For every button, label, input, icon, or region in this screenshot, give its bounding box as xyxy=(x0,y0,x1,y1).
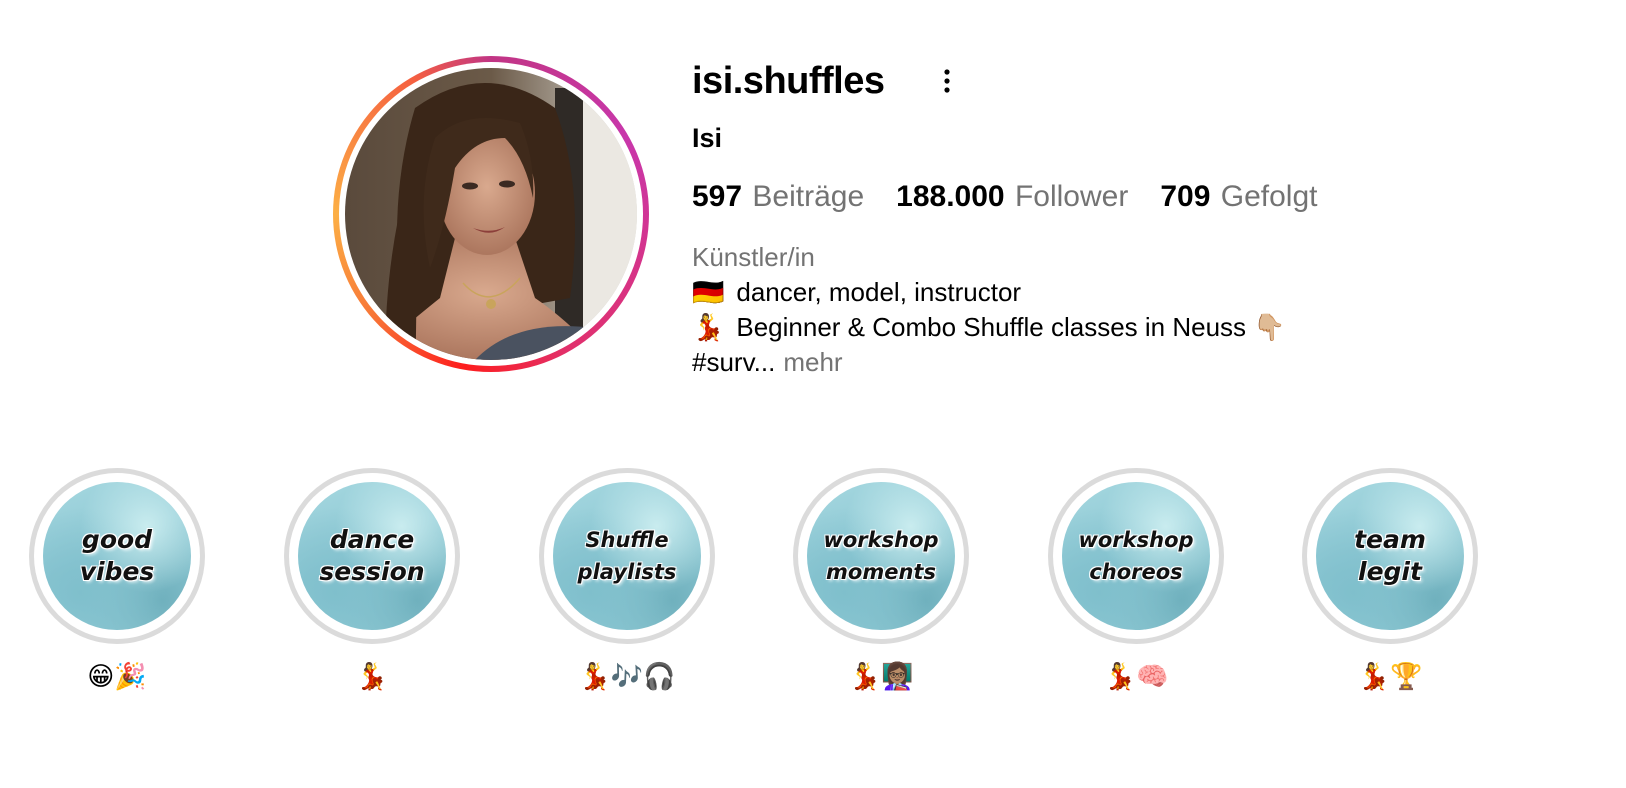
highlight-cover: workshop choreos xyxy=(1062,482,1210,630)
highlight-shuffle-playlists[interactable]: Shuffle playlists 💃🎶🎧 xyxy=(539,468,715,694)
highlight-cover-text: team legit xyxy=(1354,525,1426,586)
germany-flag-icon: 🇩🇪 xyxy=(692,277,725,307)
profile-username[interactable]: isi.shuffles xyxy=(692,58,885,104)
bio-line-text: dancer, model, instructor xyxy=(736,277,1022,307)
dancer-icon: 💃 xyxy=(692,312,725,342)
bio-line: #surv... mehr xyxy=(692,345,1286,380)
bio-line-text: Beginner & Combo Shuffle classes in Neus… xyxy=(736,312,1286,342)
highlight-ring: workshop moments xyxy=(793,468,969,644)
highlight-label: 😁🎉 xyxy=(87,661,147,691)
profile-category: Künstler/in xyxy=(692,242,815,272)
stat-posts: 597 Beiträge xyxy=(692,178,864,216)
stat-following[interactable]: 709 Gefolgt xyxy=(1160,178,1317,216)
highlight-cover: Shuffle playlists xyxy=(553,482,701,630)
highlight-cover: dance session xyxy=(298,482,446,630)
highlight-workshop-moments[interactable]: workshop moments 💃👩🏽‍🏫 xyxy=(793,468,969,694)
highlight-cover-text: dance session xyxy=(319,525,425,586)
highlight-ring: dance session xyxy=(284,468,460,644)
avatar xyxy=(345,68,637,360)
profile-full-name: Isi xyxy=(692,123,723,153)
highlight-cover: team legit xyxy=(1316,482,1464,630)
highlight-ring: workshop choreos xyxy=(1048,468,1224,644)
bio-line: 💃 Beginner & Combo Shuffle classes in Ne… xyxy=(692,310,1286,345)
highlight-ring: team legit xyxy=(1302,468,1478,644)
stat-followers-label: Follower xyxy=(1014,180,1129,213)
highlight-label: 💃🏆 xyxy=(1357,661,1423,691)
profile-avatar-story-ring[interactable] xyxy=(333,56,649,372)
bio-line: 🇩🇪 dancer, model, instructor xyxy=(692,275,1286,310)
highlight-label: 💃👩🏽‍🏫 xyxy=(848,661,914,691)
highlight-cover: workshop moments xyxy=(807,482,955,630)
story-highlights: good vibes 😁🎉 dance session 💃 Shuffle pl… xyxy=(0,468,1626,708)
profile-bio: Künstler/in 🇩🇪 dancer, model, instructor… xyxy=(692,240,1286,380)
highlight-workshop-choreos[interactable]: workshop choreos 💃🧠 xyxy=(1048,468,1224,694)
highlight-cover-text: workshop moments xyxy=(823,528,939,584)
stat-following-label: Gefolgt xyxy=(1220,180,1318,213)
highlight-label: 💃 xyxy=(355,661,389,691)
highlight-ring: good vibes xyxy=(29,468,205,644)
profile-photo xyxy=(345,68,637,360)
highlight-label: 💃🎶🎧 xyxy=(578,661,676,691)
vertical-ellipsis-icon xyxy=(944,69,950,93)
highlight-label: 💃🧠 xyxy=(1103,661,1169,691)
bio-more-link[interactable]: mehr xyxy=(783,345,842,380)
stat-followers[interactable]: 188.000 Follower xyxy=(896,178,1128,216)
highlight-ring: Shuffle playlists xyxy=(539,468,715,644)
highlight-team-legit[interactable]: team legit 💃🏆 xyxy=(1302,468,1478,694)
bio-truncated-text: #surv... xyxy=(692,347,776,377)
highlight-cover-text: good vibes xyxy=(79,525,155,586)
stat-posts-count: 597 xyxy=(692,180,743,213)
highlight-dance-session[interactable]: dance session 💃 xyxy=(284,468,460,694)
highlight-cover-text: workshop choreos xyxy=(1078,528,1194,584)
highlight-good-vibes[interactable]: good vibes 😁🎉 xyxy=(29,468,205,694)
profile-stats: 597 Beiträge 188.000 Follower 709 Gefolg… xyxy=(692,178,1349,216)
stat-posts-label: Beiträge xyxy=(752,180,865,213)
more-options-button[interactable] xyxy=(930,64,964,98)
stat-followers-count: 188.000 xyxy=(896,180,1005,213)
highlight-cover: good vibes xyxy=(43,482,191,630)
highlight-cover-text: Shuffle playlists xyxy=(577,528,677,584)
stat-following-count: 709 xyxy=(1160,180,1211,213)
